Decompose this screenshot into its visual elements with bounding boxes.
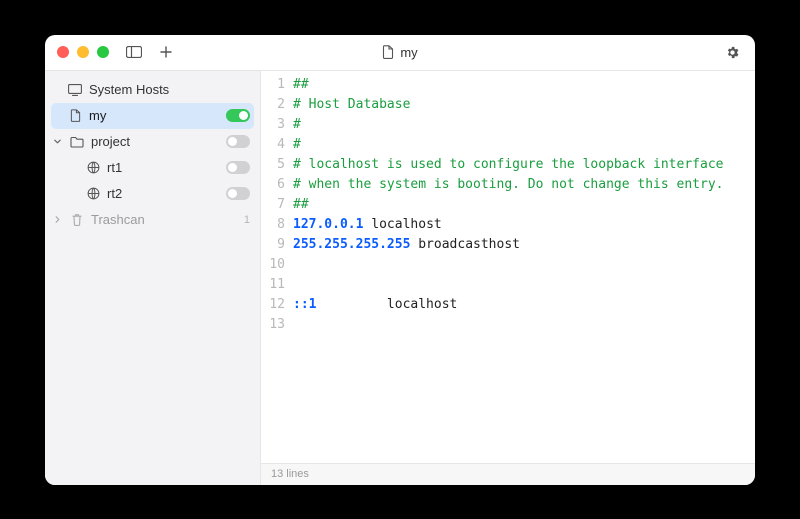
window-title-text: my: [400, 45, 417, 60]
status-bar: 13 lines: [261, 463, 755, 485]
sidebar-item-system-hosts[interactable]: System Hosts: [45, 77, 260, 103]
toggle-rt1[interactable]: [226, 161, 250, 174]
sidebar-item-rt2[interactable]: rt2: [45, 181, 260, 207]
sidebar: System Hosts my project: [45, 71, 261, 485]
add-button[interactable]: [155, 41, 177, 63]
chevron-down-icon[interactable]: [51, 137, 63, 146]
app-window: my System Hosts my: [45, 35, 755, 485]
minimize-window-button[interactable]: [77, 46, 89, 58]
toggle-rt2[interactable]: [226, 187, 250, 200]
line-count-label: 13 lines: [271, 468, 309, 480]
sidebar-item-rt1[interactable]: rt1: [45, 155, 260, 181]
sidebar-item-label: System Hosts: [89, 82, 250, 97]
sidebar-item-trashcan[interactable]: Trashcan 1: [45, 207, 260, 233]
zoom-window-button[interactable]: [97, 46, 109, 58]
chevron-right-icon[interactable]: [51, 215, 63, 224]
monitor-icon: [67, 84, 83, 96]
file-icon: [382, 45, 394, 59]
editor-pane: 12345678910111213 ### Host Database### l…: [261, 71, 755, 485]
toggle-my[interactable]: [226, 109, 250, 122]
sidebar-item-my[interactable]: my: [51, 103, 254, 129]
toggle-sidebar-button[interactable]: [123, 41, 145, 63]
folder-icon: [69, 136, 85, 148]
sidebar-item-label: project: [91, 134, 220, 149]
trash-icon: [69, 213, 85, 226]
globe-icon: [85, 161, 101, 174]
file-icon: [67, 109, 83, 122]
trashcan-count: 1: [244, 214, 250, 226]
code-content[interactable]: ### Host Database### localhost is used t…: [293, 75, 755, 463]
sidebar-item-label: my: [89, 108, 220, 123]
sidebar-item-label: Trashcan: [91, 212, 236, 227]
toggle-project[interactable]: [226, 135, 250, 148]
code-editor[interactable]: 12345678910111213 ### Host Database### l…: [261, 71, 755, 463]
line-number-gutter: 12345678910111213: [261, 75, 293, 463]
globe-icon: [85, 187, 101, 200]
traffic-lights: [57, 46, 109, 58]
sidebar-item-label: rt2: [107, 186, 220, 201]
titlebar: my: [45, 35, 755, 71]
sidebar-item-label: rt1: [107, 160, 220, 175]
close-window-button[interactable]: [57, 46, 69, 58]
sidebar-item-project[interactable]: project: [45, 129, 260, 155]
settings-button[interactable]: [721, 41, 743, 63]
